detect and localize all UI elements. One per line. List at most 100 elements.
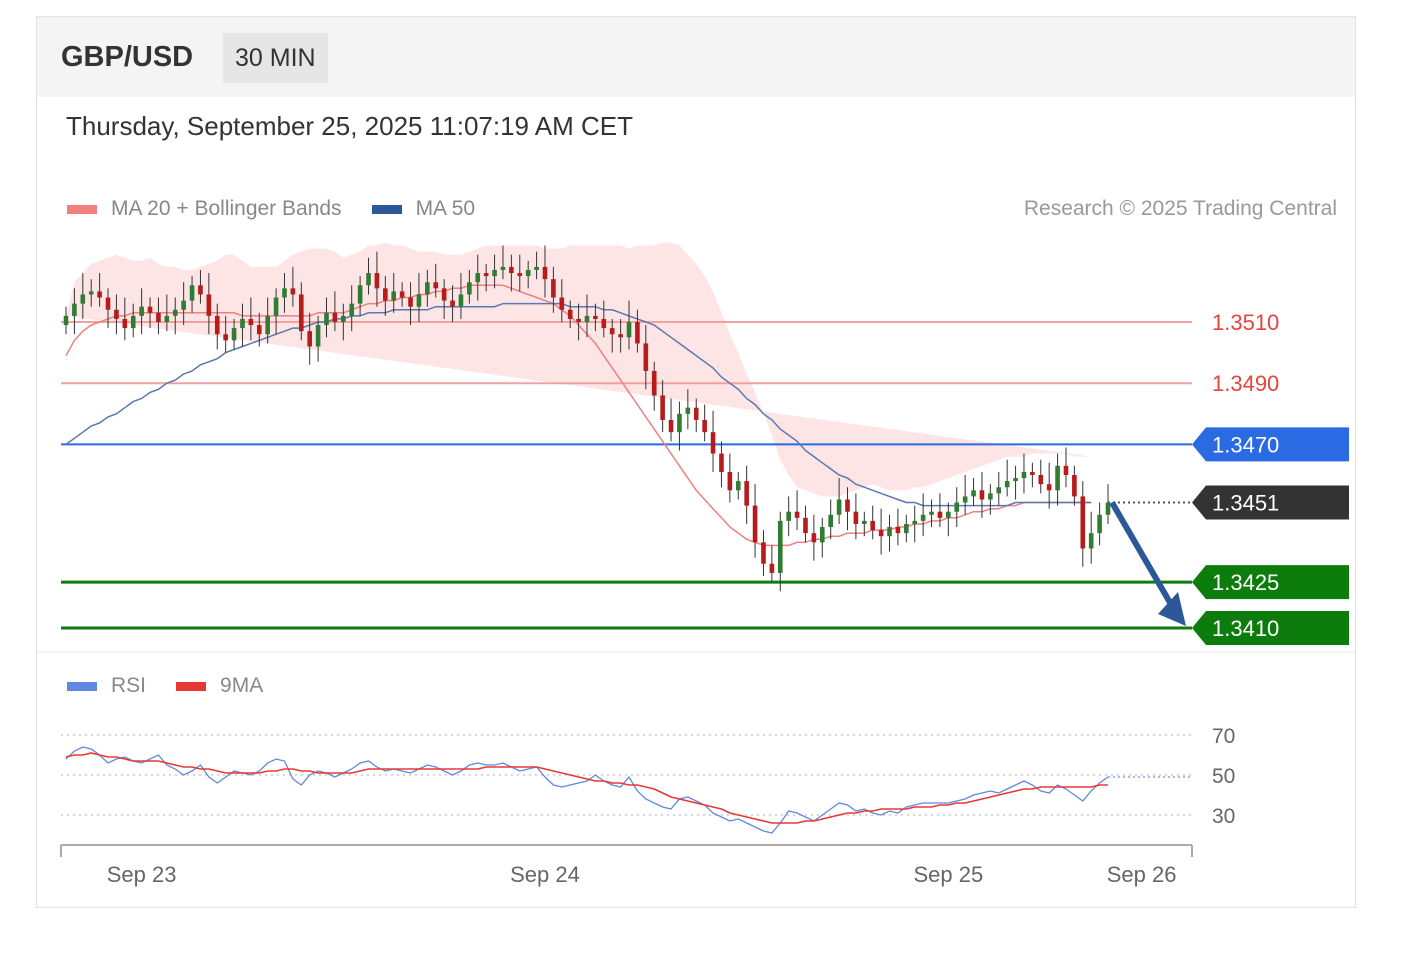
- candle-body: [870, 520, 876, 531]
- candle-body: [904, 523, 909, 534]
- candle-body: [156, 312, 161, 322]
- candle-body: [794, 511, 800, 518]
- candle-body: [1021, 471, 1027, 479]
- last-label: 1.3451: [1212, 491, 1279, 516]
- candle-body: [408, 297, 413, 307]
- candle-body: [307, 331, 313, 347]
- candle-body: [248, 318, 254, 326]
- candle-body: [223, 334, 228, 341]
- candle-body: [576, 318, 581, 322]
- candle-body: [895, 527, 901, 534]
- candle-body: [1097, 514, 1102, 534]
- candle-body: [189, 285, 195, 301]
- candle-body: [139, 306, 144, 316]
- candle-body: [971, 490, 976, 497]
- pivot-label: 1.3470: [1212, 432, 1279, 457]
- resistance-label: 1.3490: [1212, 371, 1279, 396]
- candle-body: [164, 315, 170, 322]
- candle-body: [240, 318, 245, 329]
- rsi-tick-label: 50: [1212, 765, 1235, 788]
- time-axis-label: Sep 26: [1107, 862, 1177, 887]
- candle-body: [441, 288, 447, 301]
- candle-body: [483, 273, 489, 277]
- rsi-line: [65, 746, 1109, 834]
- candle-body: [399, 291, 405, 298]
- candle-body: [887, 527, 892, 537]
- candle-body: [357, 285, 363, 304]
- candle-body: [803, 517, 808, 534]
- candle-body: [172, 309, 178, 316]
- candle-body: [769, 563, 775, 573]
- candle-body: [693, 407, 699, 420]
- candle-body: [626, 322, 632, 338]
- candle-body: [744, 481, 749, 506]
- candle-body: [214, 315, 220, 335]
- candle-body: [853, 511, 859, 524]
- rsi-tick-label: 70: [1212, 725, 1235, 748]
- candle-body: [1080, 496, 1086, 549]
- candle-body: [836, 499, 842, 515]
- candle-body: [273, 297, 279, 316]
- candle-body: [265, 315, 270, 335]
- candle-body: [710, 432, 716, 454]
- candle-body: [861, 520, 867, 524]
- candle-body: [542, 266, 548, 280]
- candle-body: [416, 294, 422, 307]
- candle-body: [525, 269, 531, 277]
- candle-body: [677, 413, 682, 433]
- candle-body: [559, 297, 565, 310]
- candle-body: [735, 481, 741, 491]
- price-panel: 1.3510 1.3490 1.3470 1.3451 1.3425 1.3410: [37, 242, 1355, 653]
- resistance-label: 1.3510: [1212, 310, 1279, 335]
- candle-body: [206, 294, 212, 316]
- candle-body: [1013, 478, 1018, 482]
- candle-body: [1055, 465, 1060, 491]
- candle-body: [63, 315, 69, 326]
- candle-body: [332, 312, 338, 322]
- rsi-tick-label: 30: [1212, 805, 1235, 828]
- forecast-arrow-shaft: [1109, 501, 1175, 608]
- support-label: 1.3425: [1212, 570, 1279, 595]
- candle-body: [517, 273, 523, 277]
- candle-body: [702, 419, 707, 433]
- candle-body: [635, 322, 640, 344]
- candle-body: [181, 300, 186, 310]
- candle-body: [979, 490, 985, 500]
- support-label: 1.3410: [1212, 616, 1279, 641]
- candle-body: [282, 288, 287, 298]
- candle-body: [324, 312, 329, 326]
- candle-body: [391, 291, 397, 301]
- candle-body: [929, 511, 934, 515]
- candle-body: [198, 285, 203, 295]
- candle-body: [1063, 465, 1069, 475]
- candle-body: [828, 514, 834, 528]
- candle-body: [147, 306, 153, 313]
- candle-body: [593, 315, 598, 319]
- candle-body: [534, 266, 539, 270]
- time-axis-label: Sep 24: [510, 862, 580, 887]
- candle-body: [777, 520, 783, 573]
- candle-body: [567, 309, 573, 319]
- candle-body: [114, 309, 119, 319]
- candle-body: [937, 511, 943, 518]
- candle-body: [660, 395, 665, 420]
- candle-body: [1004, 481, 1010, 488]
- candle-body: [315, 325, 321, 347]
- candle-body: [80, 294, 86, 304]
- rsi-panel: 70 50 30: [61, 725, 1235, 834]
- candle-body: [811, 533, 817, 543]
- candle-body: [383, 288, 388, 301]
- candle-body: [298, 294, 304, 332]
- candle-body: [290, 288, 296, 295]
- candle-body: [719, 453, 724, 472]
- candle-body: [231, 328, 237, 341]
- candle-body: [584, 315, 590, 322]
- candle-body: [475, 273, 481, 283]
- candle-body: [450, 300, 455, 307]
- candle-body: [668, 419, 674, 433]
- candle-body: [988, 493, 993, 500]
- candle-body: [845, 499, 850, 512]
- candle-body: [256, 325, 262, 335]
- price-chart: 1.3510 1.3490 1.3470 1.3451 1.3425 1.3410 70 5…: [37, 242, 1355, 887]
- candle-body: [1046, 484, 1052, 491]
